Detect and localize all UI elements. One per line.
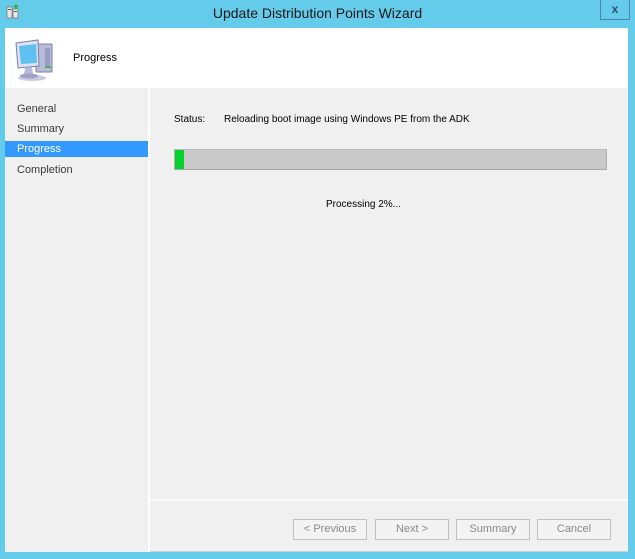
footer-separator — [150, 499, 628, 501]
computer-icon — [15, 39, 53, 81]
close-button[interactable]: x — [600, 0, 630, 20]
next-button[interactable]: Next > — [375, 519, 449, 540]
status-value: Reloading boot image using Windows PE fr… — [224, 114, 470, 125]
progress-text: Processing 2%... — [325, 199, 402, 210]
close-icon: x — [611, 2, 619, 16]
progress-panel: Status: Reloading boot image using Windo… — [150, 88, 628, 499]
progress-bar-fill — [175, 150, 184, 169]
cancel-button[interactable]: Cancel — [537, 519, 611, 540]
nav-item-completion[interactable]: Completion — [5, 162, 148, 178]
title-bar[interactable]: Update Distribution Points Wizard x — [0, 0, 635, 28]
wizard-window: Progress General Summary Progress Comple… — [5, 28, 628, 552]
window-title: Update Distribution Points Wizard — [212, 5, 423, 21]
nav-item-progress[interactable]: Progress — [5, 141, 148, 157]
wizard-step-nav: General Summary Progress Completion — [5, 88, 148, 552]
nav-item-general[interactable]: General — [5, 101, 148, 117]
progress-bar — [174, 149, 607, 170]
summary-button[interactable]: Summary — [456, 519, 530, 540]
wizard-header: Progress — [5, 28, 628, 88]
status-label: Status: — [174, 114, 206, 125]
nav-item-summary[interactable]: Summary — [5, 121, 148, 137]
previous-button[interactable]: < Previous — [293, 519, 367, 540]
page-title: Progress — [73, 52, 118, 64]
